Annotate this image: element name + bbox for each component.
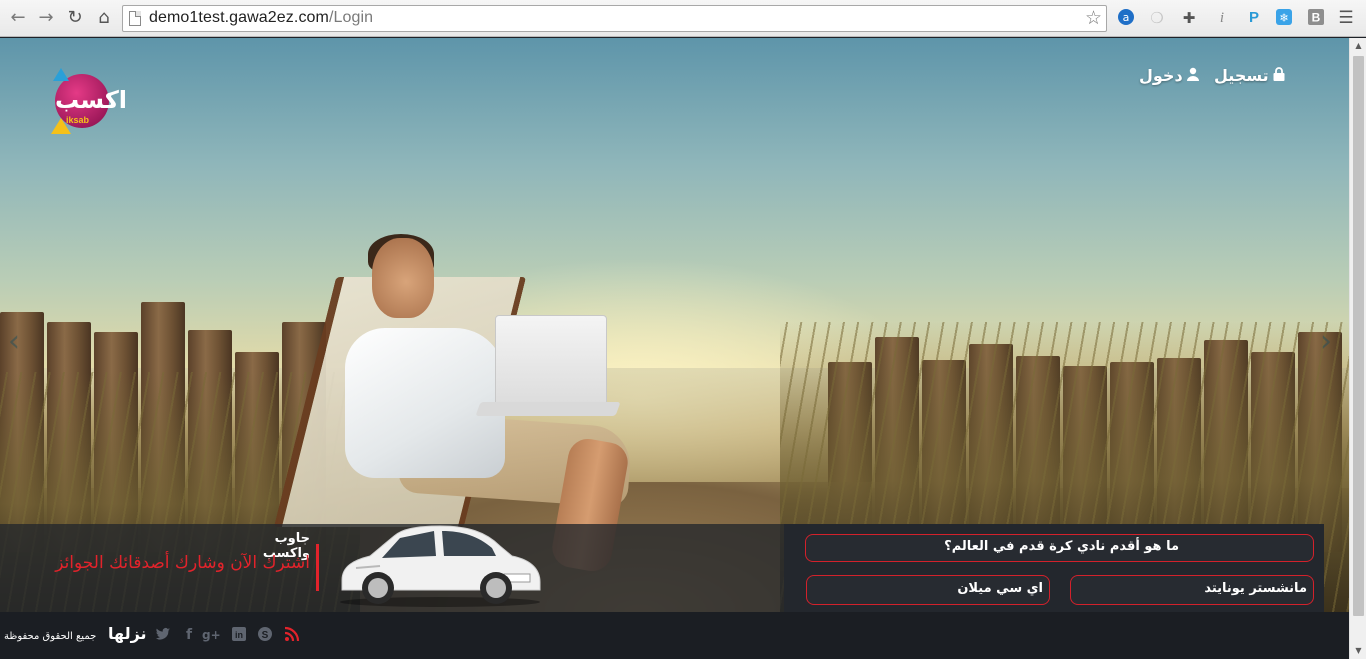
reload-icon[interactable]: ↻: [63, 6, 87, 30]
laptop-base: [475, 402, 621, 416]
browser-toolbar: ← → ↻ ⌂ demo1test.gawa2ez.com/Login ☆ a …: [0, 0, 1366, 37]
logo-subtext: iksab: [66, 115, 90, 125]
address-bar[interactable]: demo1test.gawa2ez.com/Login ☆: [122, 5, 1107, 32]
slider-prev-icon[interactable]: ‹: [8, 327, 20, 357]
laptop-image: [495, 315, 607, 407]
svg-text:a: a: [1123, 11, 1130, 24]
lock-icon: [1272, 66, 1286, 85]
login-label: دخول: [1139, 66, 1183, 85]
svg-text:❄: ❄: [1279, 12, 1288, 25]
svg-text:B: B: [1312, 11, 1321, 25]
site-logo[interactable]: اكسب iksab: [51, 68, 128, 134]
google-plus-icon[interactable]: g+: [202, 626, 221, 644]
answer-option-1[interactable]: مانشستر يونايتد: [1070, 575, 1314, 605]
scroll-up-icon[interactable]: ▲: [1350, 38, 1366, 54]
scroll-down-icon[interactable]: ▼: [1350, 643, 1366, 659]
back-icon[interactable]: ←: [6, 6, 30, 30]
logo-text: اكسب: [55, 86, 128, 114]
car-image: [336, 522, 542, 608]
svg-text:S: S: [262, 630, 269, 641]
info-icon[interactable]: i: [1212, 8, 1232, 28]
login-link[interactable]: دخول: [1139, 66, 1200, 85]
url-host: demo1test.gawa2ez.com: [149, 9, 329, 26]
logo-triangle: [53, 68, 69, 81]
register-link[interactable]: تسجيل: [1214, 66, 1286, 85]
promo-divider: [316, 544, 319, 591]
adblock-icon[interactable]: a: [1116, 8, 1136, 28]
facebook-icon[interactable]: f: [180, 626, 198, 644]
page-scrollbar[interactable]: ▲ ▼: [1349, 38, 1366, 659]
person-head: [372, 238, 434, 318]
crosshair-icon[interactable]: ✚: [1179, 8, 1199, 28]
snowflake-icon[interactable]: ❄: [1274, 8, 1294, 28]
copyright-text: جميع الحقوق محفوظة: [4, 631, 97, 642]
scroll-thumb[interactable]: [1353, 56, 1364, 616]
twitter-icon[interactable]: [154, 626, 172, 644]
ghost-icon[interactable]: ❍: [1147, 8, 1167, 28]
url-path: /Login: [328, 9, 374, 26]
linkedin-icon[interactable]: in: [230, 626, 248, 644]
bookmark-b-icon[interactable]: B: [1306, 8, 1326, 28]
slider-next-icon[interactable]: ›: [1320, 327, 1332, 357]
forward-icon[interactable]: →: [34, 6, 58, 30]
promo-text: اشترك الآن وشارك أصدقائك الجوائز: [55, 553, 310, 573]
home-icon[interactable]: ⌂: [92, 6, 116, 30]
footer-brand[interactable]: نزلها: [108, 624, 147, 643]
answer-option-2[interactable]: اي سي ميلان: [806, 575, 1050, 605]
pinterest-icon[interactable]: P: [1244, 8, 1264, 28]
svg-text:in: in: [235, 630, 243, 640]
page-icon: [129, 11, 141, 26]
url-text[interactable]: demo1test.gawa2ez.com/Login: [149, 9, 373, 27]
bookmark-star-icon[interactable]: ☆: [1085, 7, 1102, 29]
user-icon: [1186, 66, 1200, 85]
register-label: تسجيل: [1214, 66, 1269, 85]
menu-icon[interactable]: ☰: [1336, 8, 1356, 28]
skype-icon[interactable]: S: [256, 626, 274, 644]
quiz-question: ما هو أقدم نادي كرة قدم في العالم؟: [805, 534, 1314, 562]
rss-icon[interactable]: [283, 626, 301, 644]
